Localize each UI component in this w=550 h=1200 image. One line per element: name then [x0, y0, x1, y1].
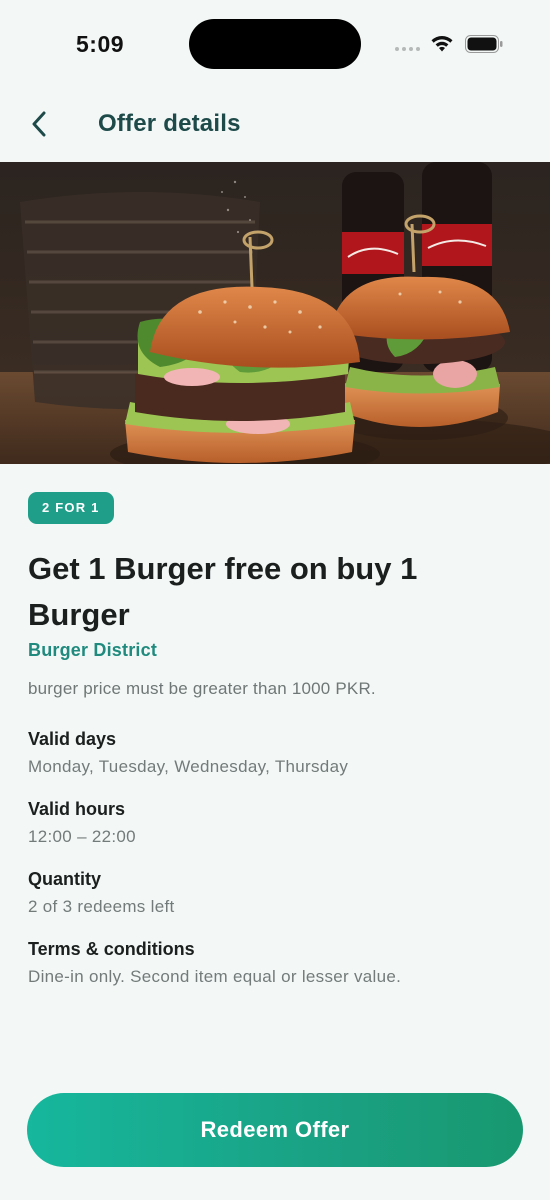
- burger-photo: [0, 162, 550, 464]
- valid-days-label: Valid days: [28, 729, 117, 749]
- quantity-label: Quantity: [28, 869, 102, 889]
- valid-days-section: Valid days Monday, Tuesday, Wednesday, T…: [28, 729, 522, 777]
- redeem-offer-button[interactable]: Redeem Offer: [27, 1093, 523, 1167]
- wifi-icon: [431, 36, 453, 52]
- status-time: 5:09: [76, 31, 125, 57]
- offer-details-screen: 5:09 Offer details 2 FOR 1 Get 1 Burger …: [0, 0, 550, 1200]
- terms-value: Dine-in only. Second item equal or lesse…: [28, 967, 402, 986]
- hero-image: [0, 162, 550, 464]
- terms-label: Terms & conditions: [28, 939, 195, 959]
- offer-type-badge: 2 FOR 1: [28, 492, 114, 524]
- battery-icon: [465, 35, 503, 53]
- offer-title: Get 1 Burger free on buy 1 Burger: [28, 551, 418, 632]
- dynamic-island: [189, 19, 361, 69]
- signal-icon: [395, 47, 421, 53]
- back-button[interactable]: [20, 105, 58, 143]
- valid-hours-label: Valid hours: [28, 799, 126, 819]
- valid-hours-section: Valid hours 12:00 – 22:00: [28, 799, 522, 847]
- merchant-name[interactable]: Burger District: [28, 640, 522, 661]
- terms-section: Terms & conditions Dine-in only. Second …: [28, 939, 522, 987]
- offer-content: 2 FOR 1 Get 1 Burger free on buy 1 Burge…: [28, 492, 522, 987]
- chevron-left-icon: [32, 111, 46, 137]
- valid-hours-value: 12:00 – 22:00: [28, 827, 136, 846]
- offer-condition: burger price must be greater than 1000 P…: [28, 679, 376, 698]
- quantity-value: 2 of 3 redeems left: [28, 897, 175, 916]
- quantity-section: Quantity 2 of 3 redeems left: [28, 869, 522, 917]
- page-title: Offer details: [98, 110, 241, 137]
- status-bar: 5:09: [0, 0, 550, 88]
- nav-bar: Offer details: [0, 88, 550, 162]
- valid-days-value: Monday, Tuesday, Wednesday, Thursday: [28, 757, 349, 776]
